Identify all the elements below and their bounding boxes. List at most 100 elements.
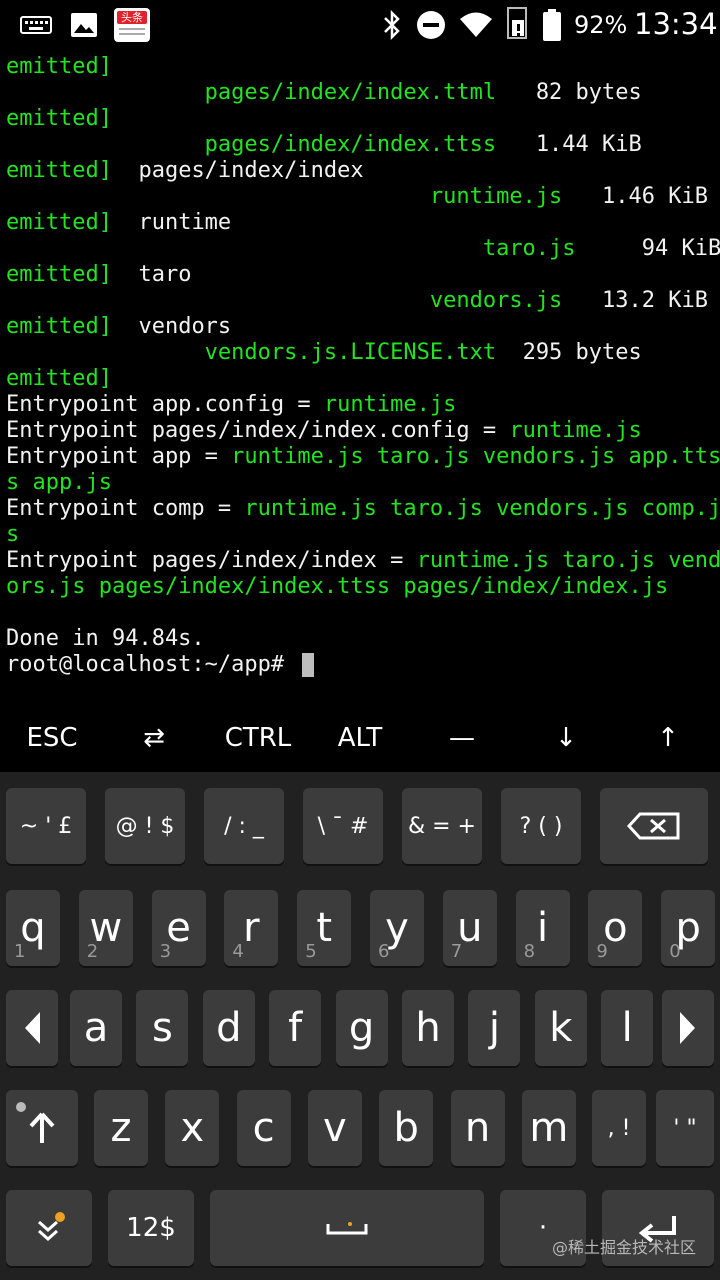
dash-key[interactable]: — [412, 706, 512, 770]
terminal-text-segment: taro.js [6, 236, 576, 261]
key-a[interactable]: a [70, 990, 122, 1066]
arrow-up-key[interactable]: ↑ [618, 706, 718, 770]
triangle-right-icon [680, 1012, 695, 1044]
key-c[interactable]: c [236, 1090, 291, 1166]
terminal-text-segment: emitted] [6, 106, 112, 131]
key-i[interactable]: i8 [515, 890, 570, 966]
key-e[interactable]: e3 [151, 890, 206, 966]
terminal-text-segment: 1.46 KiB 0 [602, 184, 708, 209]
tab-key[interactable]: ⇄ [104, 706, 204, 770]
key-letter: g [348, 1005, 375, 1051]
terminal-line: emitted] [6, 106, 112, 132]
symbol-key-tilde-pound[interactable]: ~ ' £ [6, 788, 86, 864]
terminal-text-segment: emitted] [6, 262, 112, 287]
symbol-key-slash-underscore[interactable]: / : _ [204, 788, 284, 864]
key-t[interactable]: t5 [297, 890, 352, 966]
key-x[interactable]: x [165, 1090, 220, 1166]
settings-key[interactable] [6, 1190, 92, 1266]
terminal-text-segment: root@localhost:~/app# [6, 652, 298, 677]
terminal-line: s app.js [6, 470, 112, 496]
key-n[interactable]: n [450, 1090, 505, 1166]
key-g[interactable]: g [335, 990, 388, 1066]
key-u[interactable]: u7 [442, 890, 497, 966]
terminal-text-segment: runtime.js [323, 392, 457, 417]
terminal-text-segment: vendors.js.LICENSE.txt [6, 340, 497, 365]
symbol-key-label: & = + [407, 813, 476, 839]
key-letter: d [216, 1005, 242, 1051]
esc-key[interactable]: ESC [2, 706, 102, 770]
key-p[interactable]: p0 [661, 890, 716, 966]
key-y[interactable]: y6 [370, 890, 424, 966]
symbol-key-label: / : _ [224, 813, 264, 839]
key-f[interactable]: f [269, 990, 322, 1066]
terminal-text-segment: ors.js pages/index/index.ttss pages/inde… [6, 574, 669, 599]
key-z[interactable]: z [94, 1090, 148, 1166]
key-number-hint: 4 [232, 941, 244, 962]
key-letter: z [110, 1105, 132, 1151]
space-key[interactable] [210, 1190, 484, 1266]
key-number-hint: 7 [450, 941, 463, 962]
key-s[interactable]: s [136, 990, 189, 1066]
bluetooth-icon [384, 10, 400, 40]
alt-key[interactable]: ALT [310, 706, 410, 770]
terminal-line: Entrypoint app = runtime.js taro.js vend… [6, 444, 720, 470]
terminal-text-segment: pages/index/index.ttml [6, 80, 497, 105]
key-number-hint: 9 [596, 941, 608, 962]
terminal-text-segment: Entrypoint app.config = [6, 392, 324, 417]
terminal-line: pages/index/index.ttss 1.44 KiB 6 [ [6, 132, 720, 158]
terminal-line: Entrypoint app.config = runtime.js [6, 392, 456, 418]
key-v[interactable]: v [307, 1090, 362, 1166]
terminal-output[interactable]: emitted] pages/index/index.ttml 82 bytes… [0, 52, 720, 702]
key-letter: r [243, 905, 260, 951]
key-number-hint: 8 [523, 941, 536, 962]
wifi-icon [460, 12, 492, 37]
symbol-key-at-dollar[interactable]: @ ! $ [105, 788, 185, 864]
quote-key[interactable]: ' " [656, 1090, 714, 1166]
key-h[interactable]: h [402, 990, 454, 1066]
period-key-label: · [538, 1213, 548, 1243]
clock: 13:34 [634, 7, 718, 41]
terminal-text-segment: 1.44 KiB 6 [535, 132, 642, 157]
key-m[interactable]: m [521, 1090, 576, 1166]
key-j[interactable]: j [468, 990, 521, 1066]
key-letter: a [83, 1005, 109, 1051]
terminal-text-segment: emitted] [6, 158, 112, 183]
terminal-line: vendors.js.LICENSE.txt 295 bytes [ [6, 340, 720, 366]
watermark-text: @稀土掘金技术社区 [551, 1238, 696, 1257]
key-number-hint: 6 [378, 941, 390, 962]
key-o[interactable]: o9 [588, 890, 643, 966]
key-number-hint: 2 [86, 941, 99, 962]
key-l[interactable]: l [601, 990, 654, 1066]
key-letter: b [393, 1105, 419, 1151]
key-number-hint: 0 [669, 941, 681, 962]
terminal-text-segment: Entrypoint app = [6, 444, 232, 469]
numbers-key[interactable]: 12$ [108, 1190, 194, 1266]
key-letter: h [415, 1005, 441, 1051]
cursor-left-key[interactable] [6, 990, 58, 1066]
key-q[interactable]: q1 [6, 890, 60, 966]
comma-key[interactable]: , ! [592, 1090, 646, 1166]
shift-key[interactable] [6, 1090, 78, 1166]
arrow-down-key[interactable]: ↓ [516, 706, 616, 770]
news-app-icon: 头条 [114, 8, 150, 42]
terminal-text-segment: Entrypoint pages/index/index.config = [6, 418, 510, 443]
symbol-key-ampersand-plus[interactable]: & = + [402, 788, 482, 864]
symbol-key-question-paren[interactable]: ? ( ) [501, 788, 581, 864]
terminal-line: Entrypoint comp = runtime.js taro.js ven… [6, 496, 720, 522]
symbol-key-label: @ ! $ [115, 813, 175, 839]
key-letter: f [288, 1005, 303, 1051]
key-d[interactable]: d [202, 990, 255, 1066]
cursor-right-key[interactable] [662, 990, 714, 1066]
key-b[interactable]: b [379, 1090, 434, 1166]
key-w[interactable]: w2 [78, 890, 133, 966]
ctrl-key[interactable]: CTRL [208, 706, 308, 770]
terminal-text-segment: emitted] [6, 366, 112, 391]
backspace-key[interactable] [600, 788, 708, 864]
terminal-text-segment: emitted] [6, 314, 112, 339]
key-letter: i [537, 905, 549, 951]
key-k[interactable]: k [534, 990, 587, 1066]
battery-icon [543, 9, 561, 41]
key-r[interactable]: r4 [224, 890, 279, 966]
symbol-key-backslash-hash[interactable]: \ ¯ # [303, 788, 383, 864]
terminal-line: Entrypoint pages/index/index = runtime.j… [6, 548, 720, 574]
